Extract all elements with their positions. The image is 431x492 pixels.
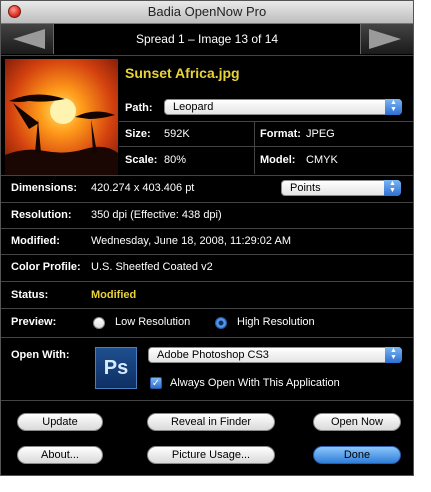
open-with-label: Open With: [11,349,70,361]
previous-button[interactable] [1,24,54,54]
chevron-updown-icon: ▲ ▼ [385,99,402,115]
dimensions-value: 420.274 x 403.406 pt [91,182,195,194]
size-label: Size: [125,128,151,140]
model-value: CMYK [306,154,338,166]
divider [119,146,413,147]
model-label: Model: [260,154,296,166]
preview-low-label: Low Resolution [115,316,191,328]
dimensions-label: Dimensions: [11,182,78,194]
scale-value: 80% [164,154,187,166]
update-button[interactable]: Update [17,413,103,431]
spread-position-text: Spread 1 – Image 13 of 14 [135,32,279,46]
next-button[interactable] [360,24,413,54]
window-title: Badia OpenNow Pro [147,4,267,19]
modified-label: Modified: [11,235,60,247]
divider [1,308,413,309]
resolution-value: 350 dpi (Effective: 438 dpi) [91,209,222,221]
reveal-in-finder-button[interactable]: Reveal in Finder [147,413,275,431]
title-bar: Badia OpenNow Pro [1,1,413,24]
divider-vertical [254,121,255,174]
divider [1,175,413,176]
always-open-checkbox[interactable]: ✓ [150,377,162,389]
scale-label: Scale: [125,154,158,166]
units-select-value: Points [290,182,321,194]
chevron-updown-icon: ▲ ▼ [384,180,401,196]
preview-low-radio[interactable] [93,317,105,329]
resolution-label: Resolution: [11,209,72,221]
picture-usage-button[interactable]: Picture Usage... [147,446,275,464]
image-thumbnail [5,59,118,175]
divider [1,281,413,282]
format-label: Format: [260,128,301,140]
file-name: Sunset Africa.jpg [125,65,240,81]
preview-label: Preview: [11,316,57,328]
path-select[interactable]: Leopard ▲ ▼ [164,99,402,115]
always-open-label: Always Open With This Application [170,377,340,389]
divider [1,400,413,401]
preview-high-label: High Resolution [237,316,315,328]
color-profile-label: Color Profile: [11,261,81,273]
divider [1,202,413,203]
format-value: JPEG [306,128,335,140]
divider [1,254,413,255]
divider [1,337,413,338]
modified-value: Wednesday, June 18, 2008, 11:29:02 AM [91,235,291,247]
status-label: Status: [11,289,49,301]
application-select-value: Adobe Photoshop CS3 [157,349,269,361]
arrow-right-icon [369,29,401,49]
application-select[interactable]: Adobe Photoshop CS3 ▲ ▼ [148,347,402,363]
done-button[interactable]: Done [313,446,401,464]
path-label: Path: [125,102,153,114]
chevron-updown-icon: ▲ ▼ [385,347,402,363]
arrow-left-icon [13,29,45,49]
photoshop-app-icon: Ps [95,347,137,389]
app-window: Badia OpenNow Pro Spread 1 – Image 13 of… [0,0,414,476]
open-now-button[interactable]: Open Now [313,413,401,431]
divider [1,228,413,229]
about-button[interactable]: About... [17,446,103,464]
status-value: Modified [91,289,137,301]
path-select-value: Leopard [173,101,214,113]
divider [119,121,413,122]
units-select[interactable]: Points ▲ ▼ [281,180,401,196]
divider [1,55,413,56]
size-value: 592K [164,128,190,140]
color-profile-value: U.S. Sheetfed Coated v2 [91,261,213,273]
navigation-bar: Spread 1 – Image 13 of 14 [1,24,413,54]
preview-high-radio[interactable] [215,317,227,329]
